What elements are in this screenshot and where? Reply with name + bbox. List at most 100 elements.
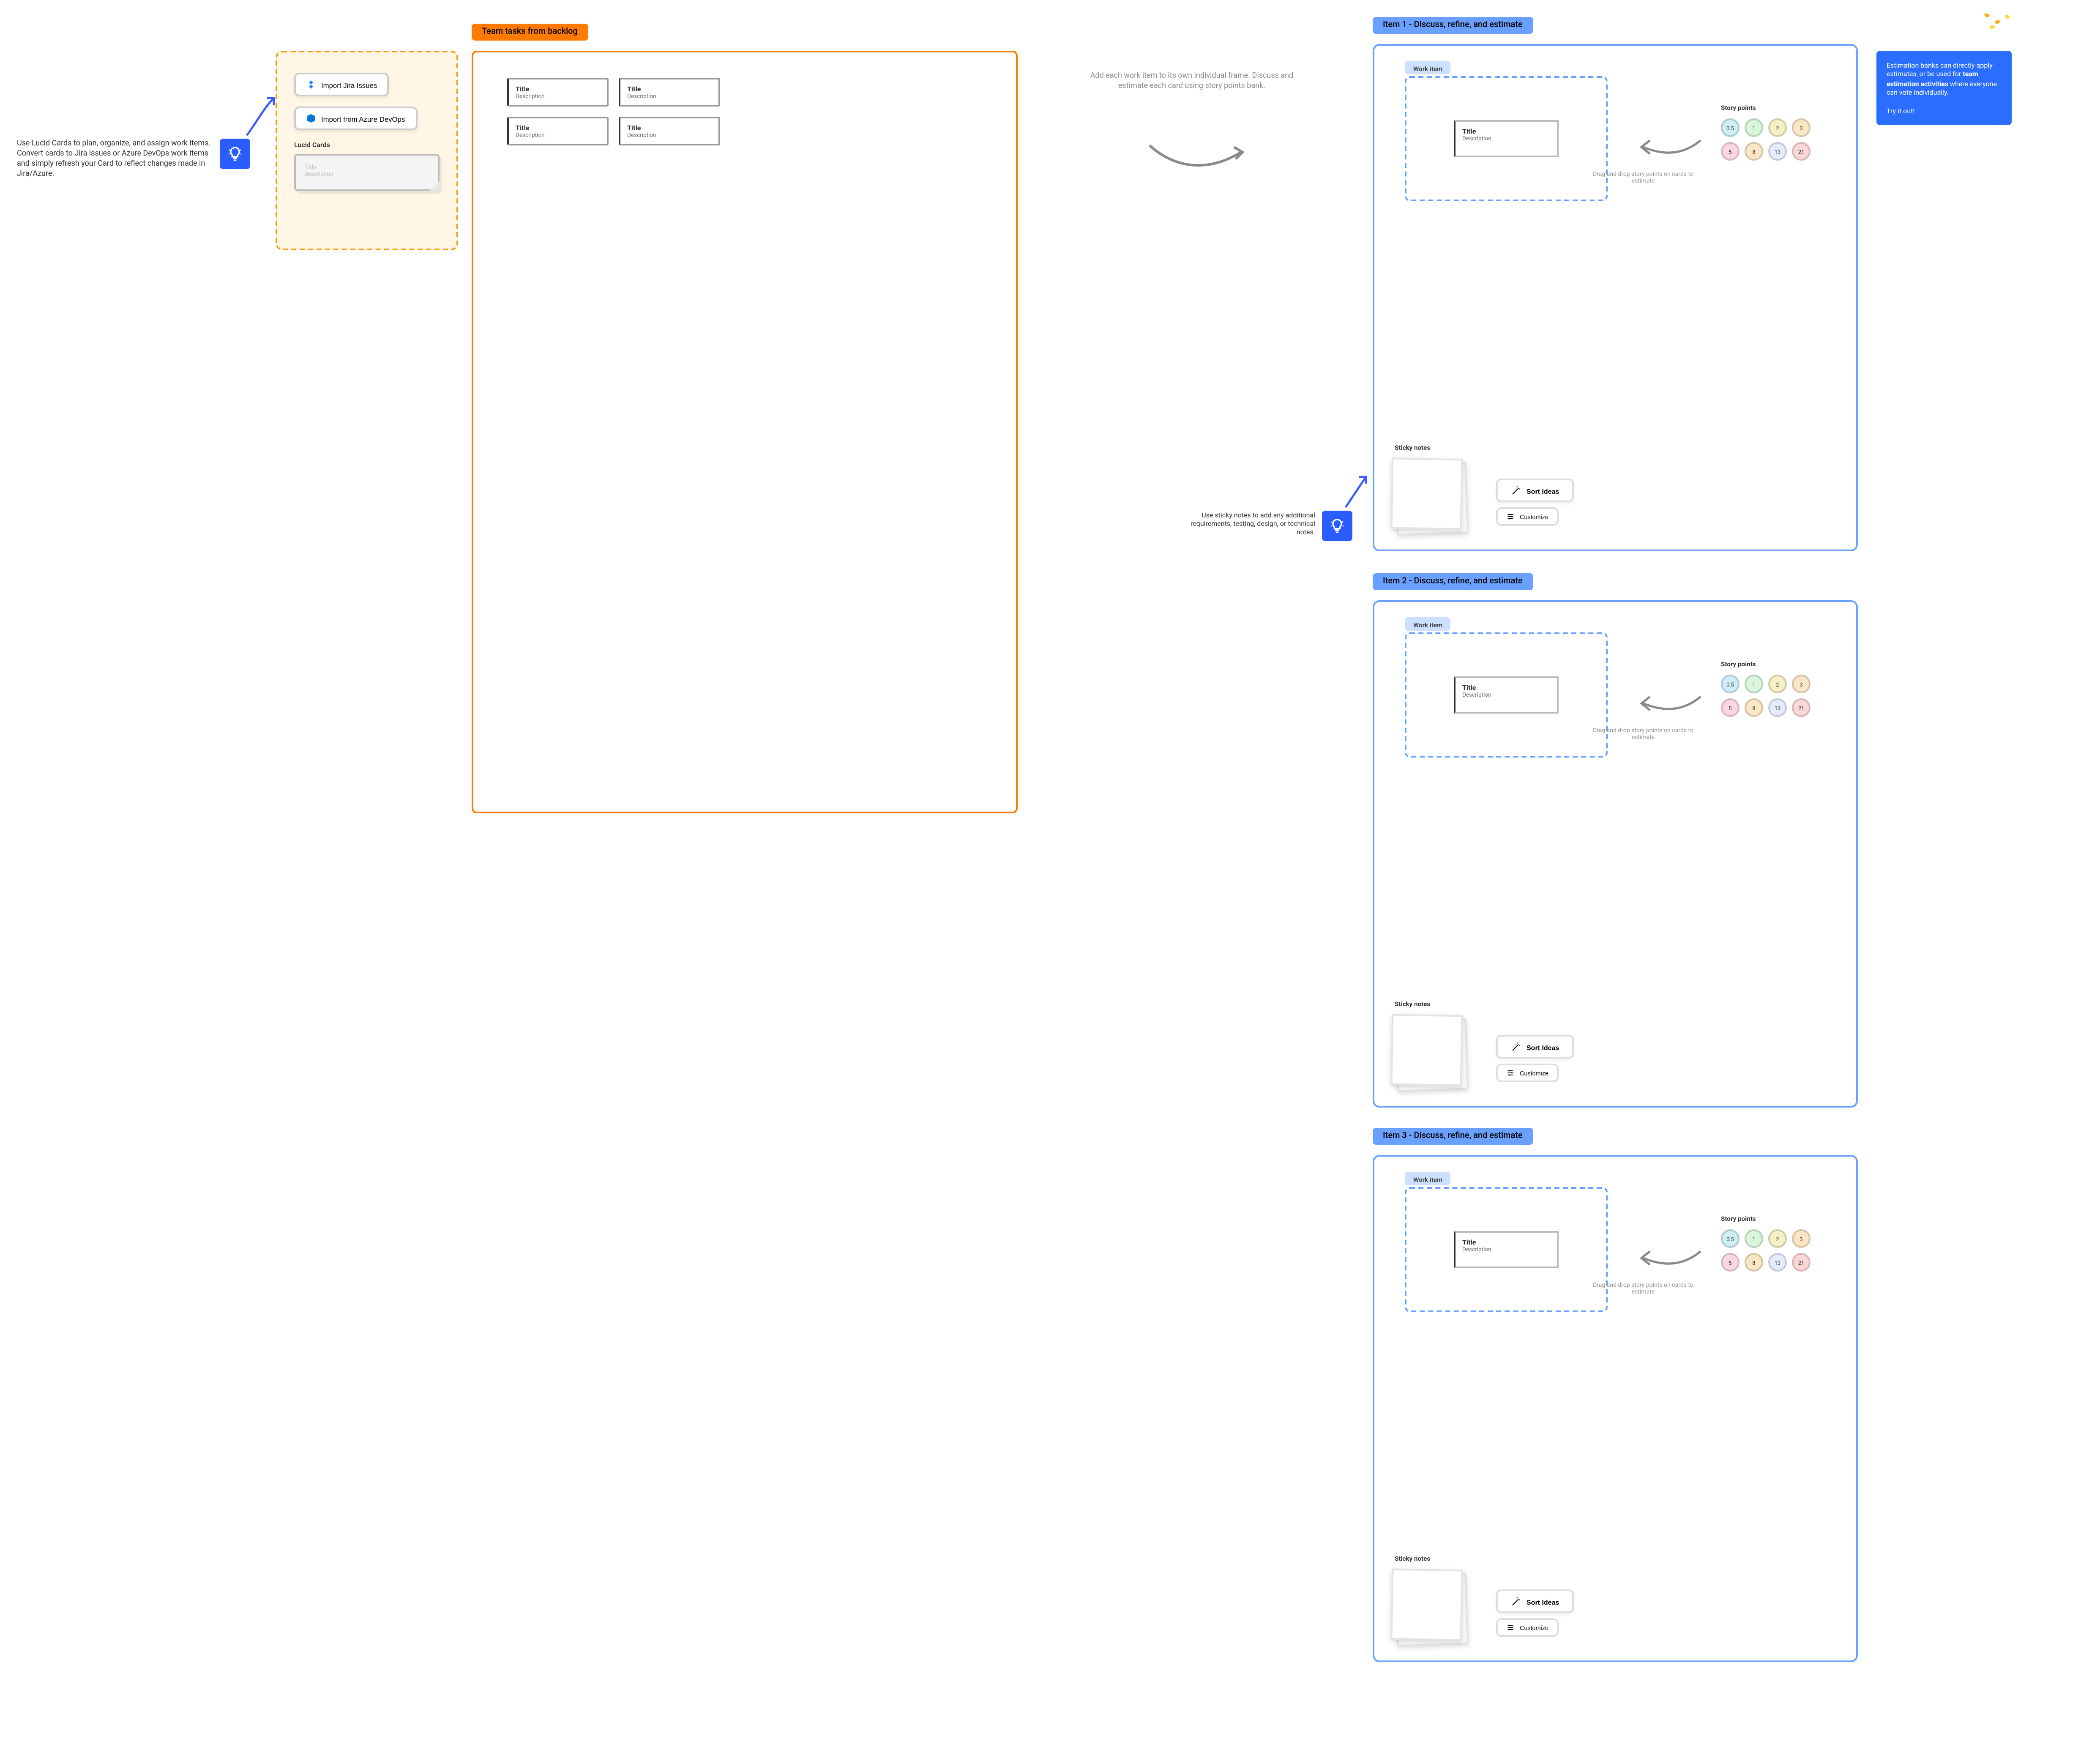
story-point-chip[interactable]: 0.5 <box>1721 675 1740 693</box>
story-point-chip[interactable]: 5 <box>1721 698 1740 717</box>
work-item-card[interactable]: Title Description <box>1454 120 1559 157</box>
sticky-notes-label: Sticky notes <box>1395 1554 1430 1562</box>
story-point-chip[interactable]: 1 <box>1745 1229 1763 1248</box>
azure-devops-icon <box>306 113 316 123</box>
backlog-card-title: Title <box>516 85 600 93</box>
estimation-callout: Estimation banks can directly apply esti… <box>1876 51 2012 125</box>
arrow-to-import-icon <box>240 91 281 139</box>
lightbulb-icon <box>220 139 250 169</box>
backlog-card-desc: Description <box>627 93 712 100</box>
sort-ideas-label: Sort Ideas <box>1527 1042 1559 1051</box>
arrow-to-sticky-icon <box>1339 470 1373 511</box>
backlog-card-title: Title <box>627 123 712 132</box>
lucid-cards-label: Lucid Cards <box>294 140 440 149</box>
lucid-card-template[interactable]: Title Description <box>294 154 440 191</box>
backlog-card[interactable]: TitleDescription <box>507 117 609 145</box>
story-points-panel: Story points 0.5 123 58 13 21 <box>1714 1207 1832 1283</box>
jira-icon <box>306 79 316 90</box>
backlog-card[interactable]: TitleDescription <box>507 78 609 107</box>
story-point-chip[interactable]: 13 <box>1768 698 1787 717</box>
sticky-note-stack[interactable] <box>1391 458 1466 533</box>
story-points-panel: Story points 0.5123581321 <box>1714 96 1832 172</box>
story-point-chip[interactable]: 2 <box>1768 675 1787 693</box>
work-item-dropzone[interactable]: Title Description <box>1405 76 1608 201</box>
work-item-dropzone[interactable]: Title Description <box>1405 632 1608 758</box>
sticky-notes-label: Sticky notes <box>1395 443 1430 451</box>
story-point-chip[interactable]: 8 <box>1745 1253 1763 1272</box>
story-point-chip[interactable]: 1 <box>1745 675 1763 693</box>
story-point-chip[interactable]: 8 <box>1745 142 1763 161</box>
story-point-chip[interactable]: 13 <box>1768 142 1787 161</box>
work-item-card[interactable]: Title Description <box>1454 1231 1559 1268</box>
import-jira-label: Import Jira Issues <box>321 80 377 89</box>
story-point-chip[interactable]: 5 <box>1721 142 1740 161</box>
sort-ideas-button[interactable]: Sort Ideas <box>1496 1589 1574 1613</box>
sort-ideas-label: Sort Ideas <box>1527 1597 1559 1606</box>
backlog-frame-title[interactable]: Team tasks from backlog <box>472 24 588 41</box>
story-point-chip[interactable]: 21 <box>1792 142 1811 161</box>
item-frame[interactable]: Work item Title Description Drag and dro… <box>1373 44 1858 551</box>
work-item-card-title: Title <box>1462 127 1550 135</box>
story-point-chip[interactable]: 0.5 <box>1721 118 1740 137</box>
backlog-card-desc: Description <box>516 93 600 100</box>
backlog-card[interactable]: TitleDescription <box>619 78 720 107</box>
lucid-card-desc: Description <box>304 171 429 178</box>
story-points-title: Story points <box>1721 1214 1826 1223</box>
story-point-chip[interactable]: 2 <box>1768 1229 1787 1248</box>
callout-cta: Try it out! <box>1887 106 2002 115</box>
item-frame[interactable]: Work item Title Description Drag and dro… <box>1373 600 1858 1108</box>
item-frame-title[interactable]: Item 1 - Discuss, refine, and estimate <box>1373 17 1533 34</box>
wand-icon <box>1511 485 1521 495</box>
import-jira-button[interactable]: Import Jira Issues <box>294 73 389 96</box>
story-points-panel: Story points 0.5 123 58 13 21 <box>1714 653 1832 729</box>
sort-ideas-button[interactable]: Sort Ideas <box>1496 479 1574 502</box>
story-points-help: Drag and drop story points on cards to e… <box>1592 727 1694 741</box>
story-point-chip[interactable]: 1 <box>1745 118 1763 137</box>
story-points-help: Drag and drop story points on cards to e… <box>1592 1282 1694 1296</box>
story-points-title: Story points <box>1721 659 1826 668</box>
work-item-card-desc: Description <box>1462 135 1550 142</box>
story-point-chip[interactable]: 21 <box>1792 698 1811 717</box>
sliders-icon <box>1506 1069 1515 1077</box>
story-point-chip[interactable]: 2 <box>1768 118 1787 137</box>
sticky-note-stack[interactable] <box>1391 1569 1466 1644</box>
work-item-card[interactable]: Title Description <box>1454 676 1559 714</box>
backlog-card-title: Title <box>627 85 712 93</box>
sticky-notes-label: Sticky notes <box>1395 999 1430 1008</box>
story-point-chip[interactable]: 8 <box>1745 698 1763 717</box>
story-point-chip[interactable]: 3 <box>1792 118 1811 137</box>
left-tip-text: Use Lucid Cards to plan, organize, and a… <box>17 140 211 180</box>
sort-ideas-button[interactable]: Sort Ideas <box>1496 1035 1574 1059</box>
backlog-frame[interactable]: TitleDescriptionTitleDescriptionTitleDes… <box>472 51 1018 813</box>
backlog-card-desc: Description <box>627 132 712 139</box>
customize-label: Customize <box>1520 1070 1548 1076</box>
story-point-chip[interactable]: 13 <box>1768 1253 1787 1272</box>
arrow-to-card-icon <box>1636 1245 1704 1272</box>
work-item-label: Work item <box>1405 1172 1451 1185</box>
sliders-icon <box>1506 512 1515 521</box>
story-point-chip[interactable]: 3 <box>1792 1229 1811 1248</box>
item-frame-title[interactable]: Item 2 - Discuss, refine, and estimate <box>1373 573 1533 590</box>
sticky-note-stack[interactable] <box>1391 1015 1466 1089</box>
customize-label: Customize <box>1520 513 1548 520</box>
confetti-icon <box>1981 10 2015 34</box>
arrow-to-items-icon <box>1146 139 1248 176</box>
item-frame[interactable]: Work item Title Description Drag and dro… <box>1373 1155 1858 1662</box>
customize-button[interactable]: Customize <box>1496 507 1559 526</box>
story-point-chip[interactable]: 3 <box>1792 675 1811 693</box>
story-point-chip[interactable]: 0.5 <box>1721 1229 1740 1248</box>
import-panel: Import Jira Issues Import from Azure Dev… <box>276 51 458 250</box>
customize-button[interactable]: Customize <box>1496 1064 1559 1082</box>
story-point-chip[interactable]: 5 <box>1721 1253 1740 1272</box>
backlog-card-title: Title <box>516 123 600 132</box>
backlog-card[interactable]: TitleDescription <box>619 117 720 145</box>
import-azure-button[interactable]: Import from Azure DevOps <box>294 107 417 130</box>
story-point-chip[interactable]: 21 <box>1792 1253 1811 1272</box>
item-frame-title[interactable]: Item 3 - Discuss, refine, and estimate <box>1373 1128 1533 1145</box>
wand-icon <box>1511 1596 1521 1606</box>
lucid-card-title: Title <box>304 162 429 171</box>
work-item-dropzone[interactable]: Title Description <box>1405 1187 1608 1312</box>
customize-button[interactable]: Customize <box>1496 1618 1559 1637</box>
mid-help-text: Add each work item to its own individual… <box>1082 73 1302 93</box>
wand-icon <box>1511 1042 1521 1052</box>
